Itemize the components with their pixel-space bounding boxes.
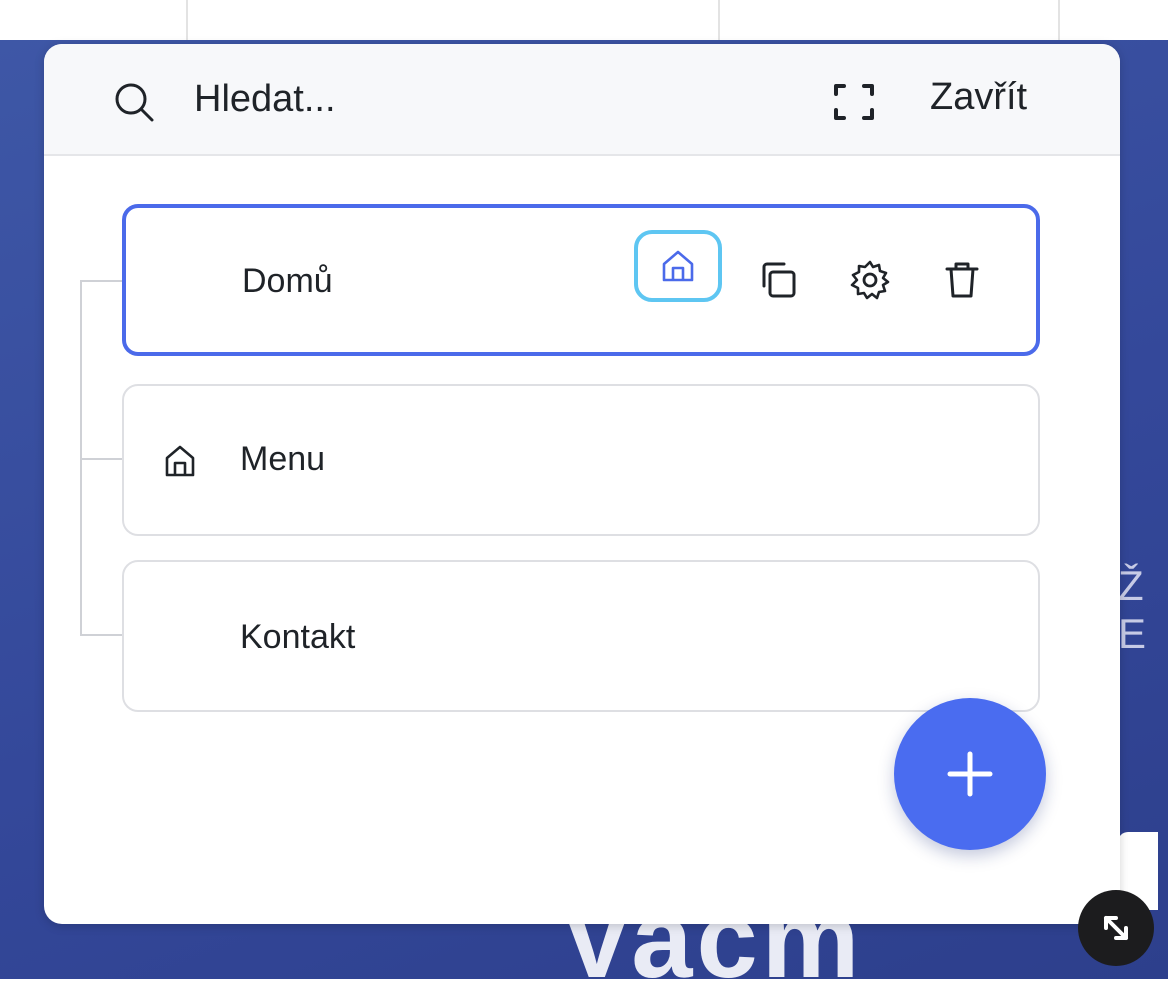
add-page-button[interactable]: [894, 698, 1046, 850]
delete-button[interactable]: [940, 258, 984, 302]
tree-connector: [80, 458, 122, 460]
tree-connector: [80, 634, 122, 636]
fullscreen-icon[interactable]: [830, 80, 878, 124]
duplicate-button[interactable]: [756, 258, 800, 302]
page-item-label: Kontakt: [240, 618, 356, 656]
background-divider: [186, 0, 188, 40]
page-item-label: Menu: [240, 440, 326, 478]
page-item-menu[interactable]: Menu: [122, 384, 1040, 536]
settings-button[interactable]: [848, 258, 892, 302]
trash-icon: [945, 262, 979, 298]
panel-header: Zavřít: [44, 44, 1120, 156]
search-input[interactable]: [194, 74, 794, 124]
background-heading-fragment: Ž E: [1118, 562, 1149, 657]
background-divider: [718, 0, 720, 40]
set-home-button[interactable]: [634, 230, 722, 302]
search-icon: [112, 80, 156, 124]
background-top-bar: [0, 0, 1168, 40]
page-manager-panel: Zavřít Domů: [44, 44, 1120, 924]
plus-icon: [947, 751, 993, 797]
duplicate-icon: [762, 262, 796, 298]
close-button[interactable]: Zavřít: [930, 76, 1027, 119]
resize-icon: [1104, 916, 1128, 940]
home-icon: [662, 250, 694, 282]
page-item-label: Domů: [242, 262, 333, 300]
tree-connector: [80, 280, 122, 282]
resize-handle[interactable]: [1078, 890, 1154, 966]
background-divider: [1058, 0, 1060, 40]
gear-icon: [850, 260, 890, 300]
page-item-kontakt[interactable]: Kontakt: [122, 560, 1040, 712]
home-icon: [164, 444, 196, 478]
page-item-domu[interactable]: Domů: [122, 204, 1040, 356]
